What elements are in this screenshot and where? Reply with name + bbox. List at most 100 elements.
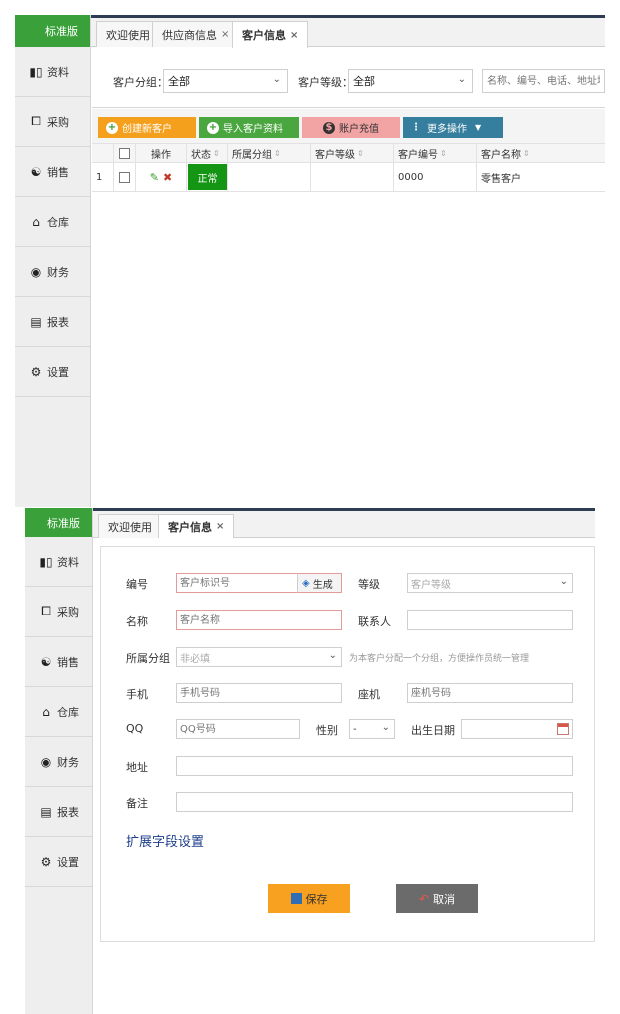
contact-label: 联系人 [358,615,391,628]
select-value: 全部 [168,75,190,88]
button-label: 取消 [433,892,456,906]
edit-pencil-icon[interactable]: ✎ [150,171,159,184]
sidebar-item-purchase[interactable]: ⧠ 采购 [25,587,92,637]
status-badge: 正常 [188,164,227,190]
sidebar-item-sales[interactable]: ☯ 销售 [15,147,90,197]
cart-icon: ⧠ [41,604,51,618]
create-customer-button[interactable]: + 创建新客户 [98,117,196,138]
group-cell [228,163,311,191]
sidebar-item-finance[interactable]: ◉ 财务 [15,247,90,297]
close-icon[interactable]: × [221,29,229,40]
sidebar-item-data[interactable]: ▮▯ 资料 [15,47,90,97]
sidebar-item-sales[interactable]: ☯ 销售 [25,637,92,687]
cancel-button[interactable]: ↶ 取消 [396,884,478,913]
customer-list-screen: 标准版 ▮▯ 资料 ⧠ 采购 ☯ 销售 ⌂ 仓库 ◉ 财务 ▤ 报表 ⚙ 设置 欢迎使用 供应… [15,15,605,507]
sidebar-item-warehouse[interactable]: ⌂ 仓库 [25,687,92,737]
mobile-input[interactable] [176,683,342,703]
button-label: 账户充值 [339,124,379,135]
group-filter-select[interactable]: 全部 ⌄ [163,69,288,93]
table-row[interactable]: 1 ✎ ✖ 正常 0000 零售客户 [92,163,605,192]
chevron-down-icon: ⌄ [328,650,337,661]
extend-fields-link[interactable]: 扩展字段设置 [126,831,204,850]
level-select[interactable]: 客户等级 ⌄ [407,573,573,593]
coin-icon: ◉ [40,754,52,769]
report-icon: ▤ [40,804,52,819]
import-customers-button[interactable]: + 导入客户资料 [199,117,299,138]
form-row-code: 编号 ◈生成 等级 客户等级 ⌄ [101,573,594,593]
search-input[interactable] [482,69,605,93]
column-header-name[interactable]: 客户名称 ⇕ [477,144,605,162]
sidebar-item-label: 报表 [57,805,79,819]
tab-customer-info[interactable]: 客户信息 × [158,514,235,538]
tab-customer-info[interactable]: 客户信息 × [232,21,309,48]
generate-code-button[interactable]: ◈ 生成 [297,573,342,593]
sidebar-item-purchase[interactable]: ⧠ 采购 [15,97,90,147]
sidebar-item-settings[interactable]: ⚙ 设置 [15,347,90,397]
button-label: 更多操作 [427,124,467,135]
birthday-input[interactable] [461,719,573,739]
tab-supplier-info[interactable]: 供应商信息 × [152,21,240,47]
list-content: 客户分组： 全部 ⌄ 客户等级： 全部 ⌄ + 创建新客户 + 导入客户资料 $ 账户充值… [92,48,605,507]
column-header-level[interactable]: 客户等级 ⇕ [311,144,394,162]
brand-label: 标准版 [25,508,92,537]
tab-label: 欢迎使用 [108,520,152,534]
name-input[interactable] [176,610,342,630]
delete-icon[interactable]: ✖ [163,171,172,184]
button-label: 导入客户资料 [223,124,283,135]
warehouse-icon: ⌂ [42,704,50,719]
tab-label: 客户信息 [242,29,286,42]
group-filter-label: 客户分组： [113,76,168,89]
phone-input[interactable] [407,683,573,703]
code-input[interactable] [176,573,298,593]
warehouse-icon: ⌂ [32,214,40,229]
close-icon[interactable]: × [216,521,224,532]
account-recharge-button[interactable]: $ 账户充值 [302,117,400,138]
sidebar-item-data[interactable]: ▮▯ 资料 [25,537,92,587]
contact-input[interactable] [407,610,573,630]
group-select[interactable]: 非必填 ⌄ [176,647,342,667]
form-row-remark: 备注 [101,792,594,812]
gender-select[interactable]: - ⌄ [349,719,395,739]
gear-icon: ⚙ [30,364,42,379]
close-icon[interactable]: × [290,30,298,41]
sidebar-item-warehouse[interactable]: ⌂ 仓库 [15,197,90,247]
qq-label: QQ [126,722,144,735]
remark-input[interactable] [176,792,573,812]
tab-welcome[interactable]: 欢迎使用 [96,21,160,47]
sidebar-item-finance[interactable]: ◉ 财务 [25,737,92,787]
form-row-qq: QQ 性别 -⌄ 出生日期 [101,719,594,739]
column-header-status[interactable]: 状态 ⇕ [187,144,228,162]
row-actions: ✎ ✖ [136,163,187,191]
calendar-icon[interactable] [557,723,569,735]
chevron-down-icon: ⌄ [381,722,390,733]
sidebar-item-settings[interactable]: ⚙ 设置 [25,837,92,887]
column-label: 客户名称 [481,149,521,161]
select-placeholder: 非必填 [180,653,210,665]
level-filter-select[interactable]: 全部 ⌄ [348,69,473,93]
sort-icon: ⇕ [274,148,281,158]
sidebar-item-reports[interactable]: ▤ 报表 [25,787,92,837]
tab-welcome[interactable]: 欢迎使用 [98,514,162,538]
report-icon: ▤ [30,314,42,329]
sidebar-item-label: 财务 [57,755,79,769]
row-select-cell [114,163,136,191]
more-actions-button[interactable]: ⋮ 更多操作 ▼ [403,117,503,138]
gender-label: 性别 [316,724,338,737]
select-all-checkbox[interactable] [119,147,130,159]
row-checkbox[interactable] [119,171,130,183]
level-cell [311,163,394,191]
save-button[interactable]: 保存 [268,884,350,913]
tab-label: 欢迎使用 [106,28,150,42]
tab-bar: 欢迎使用 客户信息 × [93,508,595,538]
address-input[interactable] [176,756,573,776]
column-header-group[interactable]: 所属分组 ⇕ [228,144,311,162]
handshake-icon: ☯ [40,654,52,669]
action-toolbar: + 创建新客户 + 导入客户资料 $ 账户充值 ⋮ 更多操作 ▼ [92,109,605,143]
column-label: 客户编号 [398,149,438,161]
form-row-group: 所属分组 非必填 ⌄ 为本客户分配一个分组，方便操作员统一管理 [101,647,594,667]
remark-label: 备注 [126,797,148,810]
sidebar-item-label: 采购 [57,605,79,619]
qq-input[interactable] [176,719,300,739]
column-header-code[interactable]: 客户编号 ⇕ [394,144,477,162]
sidebar-item-reports[interactable]: ▤ 报表 [15,297,90,347]
